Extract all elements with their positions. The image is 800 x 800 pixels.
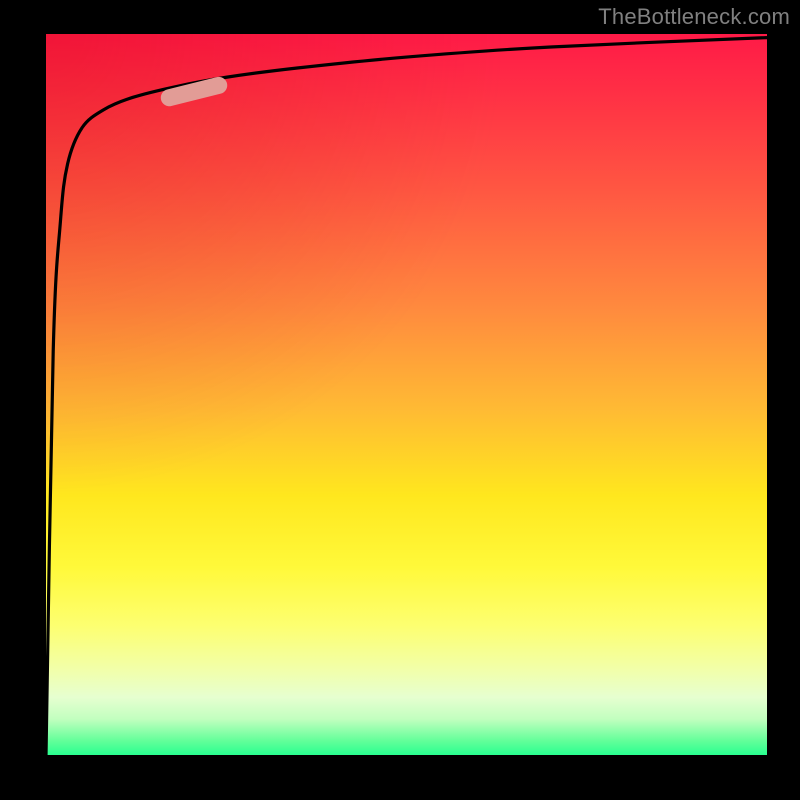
chart-stage: TheBottleneck.com — [0, 0, 800, 800]
plot-area — [46, 34, 767, 755]
watermark-text: TheBottleneck.com — [598, 4, 790, 30]
bottleneck-curve — [46, 38, 767, 755]
curve-layer — [46, 34, 767, 755]
